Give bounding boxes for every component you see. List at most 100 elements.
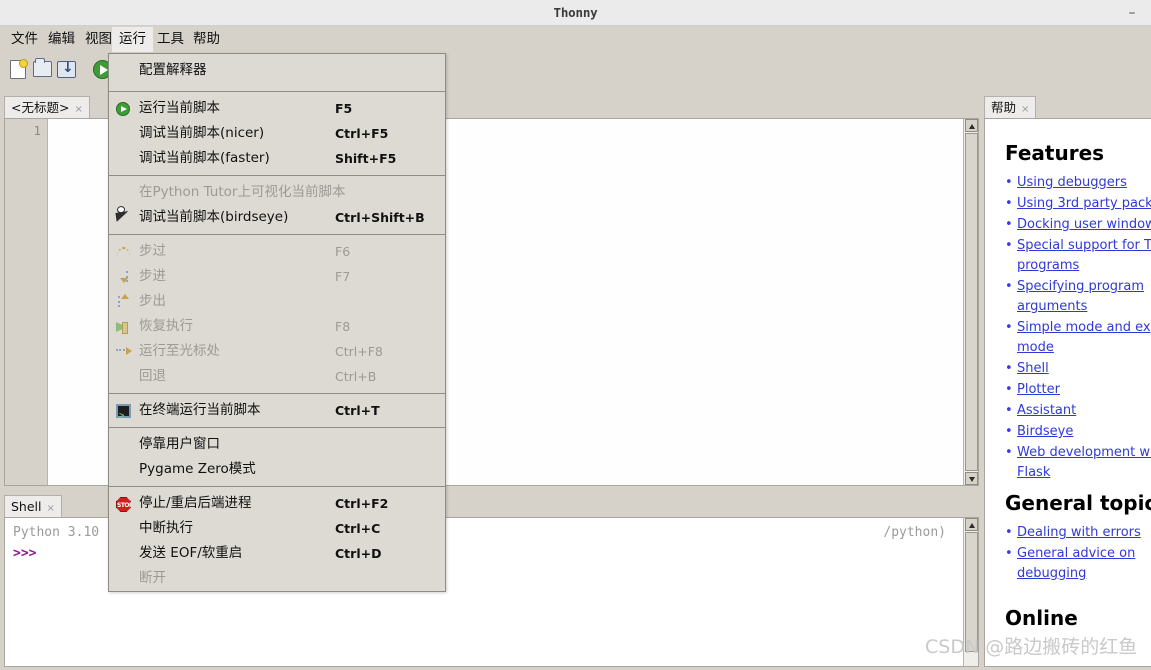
run-to-cursor-icon	[115, 343, 132, 360]
menu-interrupt-execution[interactable]: 中断执行 Ctrl+C	[109, 516, 445, 541]
run-dropdown-menu[interactable]: 配置解释器 运行当前脚本 F5 调试当前脚本(nicer) Ctrl+F5 调试当前脚本(…	[108, 53, 446, 592]
line-number: 1	[33, 123, 41, 138]
menu-stop-restart-backend[interactable]: STOP 停止/重启后端进程 Ctrl+F2	[109, 491, 445, 516]
list-item: Plotter	[999, 380, 1151, 400]
shell-tab[interactable]: Shell ×	[4, 495, 62, 517]
close-icon[interactable]: ×	[1021, 104, 1029, 115]
menu-item-label: 断开	[139, 570, 166, 586]
menu-step-back: 回退 Ctrl+B	[109, 364, 445, 389]
menu-item-accelerator: Ctrl+B	[335, 369, 377, 384]
menu-pygame-zero-mode[interactable]: Pygame Zero模式	[109, 457, 445, 482]
editor-tab-untitled[interactable]: <无标题> ×	[4, 96, 90, 118]
menu-item-label: 停止/重启后端进程	[139, 495, 252, 511]
menu-run-in-terminal[interactable]: 在终端运行当前脚本 Ctrl+T	[109, 398, 445, 429]
scroll-up-icon[interactable]	[965, 518, 978, 531]
birdseye-icon	[115, 209, 132, 226]
editor-gutter: 1	[5, 119, 48, 485]
resume-icon	[115, 318, 132, 335]
menu-separator	[109, 486, 445, 487]
menu-tools[interactable]: 工具	[150, 27, 191, 52]
help-link[interactable]: Dealing with errors	[1017, 525, 1141, 540]
step-out-icon-glyph	[118, 294, 129, 307]
editor-vertical-scrollbar[interactable]	[963, 119, 978, 485]
editor-tab-label: <无标题>	[11, 100, 70, 115]
scroll-up-icon[interactable]	[965, 119, 978, 132]
menu-configure-interpreter[interactable]: 配置解释器	[109, 54, 445, 87]
menu-item-accelerator: F8	[335, 319, 351, 334]
help-link[interactable]: Assistant	[1017, 403, 1076, 418]
help-tab[interactable]: 帮助 ×	[984, 96, 1037, 118]
menu-step-over: 步过 F6	[109, 239, 445, 264]
shell-banner-left: Python 3.10	[13, 525, 100, 540]
stop-icon-glyph: STOP	[116, 497, 131, 512]
menu-item-label: 在终端运行当前脚本	[139, 402, 261, 418]
menu-separator	[109, 234, 445, 235]
help-link[interactable]: Simple mode and expert mode	[1017, 320, 1151, 355]
menu-resume: 恢复执行 F8	[109, 314, 445, 339]
help-link[interactable]: Docking user windows	[1017, 217, 1151, 232]
help-heading-features: Features	[1005, 141, 1105, 165]
window-title: Thonny	[553, 5, 598, 20]
menu-item-accelerator: Ctrl+D	[335, 546, 382, 561]
save-icon-glyph	[57, 60, 76, 78]
menu-separator	[109, 427, 445, 428]
menu-item-accelerator: Ctrl+T	[335, 403, 380, 418]
help-link[interactable]: Web development with Flask	[1017, 445, 1151, 480]
help-pane[interactable]: Features Using debuggers Using 3rd party …	[984, 118, 1151, 667]
menu-item-label: 配置解释器	[139, 62, 207, 78]
menu-step-out: 步出	[109, 289, 445, 314]
close-icon[interactable]: ×	[47, 503, 55, 514]
close-icon[interactable]: ×	[74, 104, 82, 115]
menu-help[interactable]: 帮助	[186, 27, 227, 52]
menu-item-accelerator: Ctrl+C	[335, 521, 381, 536]
run-play-icon-glyph	[116, 102, 130, 116]
help-link[interactable]: Using debuggers	[1017, 175, 1127, 190]
menu-send-eof-soft-reboot[interactable]: 发送 EOF/软重启 Ctrl+D	[109, 541, 445, 566]
menu-item-label: 停靠用户窗口	[139, 436, 220, 452]
menu-item-label: 步过	[139, 243, 166, 259]
menu-dock-user-windows[interactable]: 停靠用户窗口	[109, 432, 445, 457]
menu-item-label: 调试当前脚本(birdseye)	[139, 209, 289, 225]
menu-run-current-script[interactable]: 运行当前脚本 F5	[109, 96, 445, 121]
list-item: Dealing with errors	[999, 523, 1151, 543]
open-folder-icon[interactable]	[32, 58, 54, 81]
menu-run[interactable]: 运行	[112, 27, 153, 52]
menu-edit[interactable]: 编辑	[41, 27, 82, 52]
help-link[interactable]: Using 3rd party packages	[1017, 196, 1151, 211]
menu-item-label: 调试当前脚本(faster)	[139, 150, 270, 166]
menu-debug-birdseye[interactable]: 调试当前脚本(birdseye) Ctrl+Shift+B	[109, 205, 445, 230]
new-file-icon[interactable]	[8, 59, 30, 81]
save-icon[interactable]	[56, 59, 78, 81]
help-link[interactable]: Shell	[1017, 361, 1049, 376]
menu-disconnect: 断开	[109, 566, 445, 591]
menu-item-label: 调试当前脚本(nicer)	[139, 125, 265, 141]
menu-debug-faster[interactable]: 调试当前脚本(faster) Shift+F5	[109, 146, 445, 171]
list-item: Simple mode and expert mode	[999, 318, 1151, 358]
list-item: Using debuggers	[999, 173, 1151, 193]
scrollbar-thumb[interactable]	[965, 133, 978, 471]
help-link[interactable]: Special support for Turtle programs	[1017, 238, 1151, 273]
menu-item-accelerator: F6	[335, 244, 351, 259]
menu-step-into: 步进 F7	[109, 264, 445, 289]
menu-file[interactable]: 文件	[4, 27, 45, 52]
help-link[interactable]: Plotter	[1017, 382, 1060, 397]
help-link[interactable]: Specifying program arguments	[1017, 279, 1144, 314]
help-link[interactable]: General advice on debugging	[1017, 546, 1135, 581]
minimize-button[interactable]: –	[1121, 0, 1143, 26]
help-link[interactable]: Birdseye	[1017, 424, 1073, 439]
menu-bar: 文件 编辑 视图 运行 工具 帮助	[0, 27, 1151, 52]
menu-item-accelerator: F7	[335, 269, 351, 284]
terminal-icon	[115, 402, 132, 429]
help-heading-online: Online	[1005, 606, 1078, 630]
menu-debug-nicer[interactable]: 调试当前脚本(nicer) Ctrl+F5	[109, 121, 445, 146]
list-item: Using 3rd party packages	[999, 194, 1151, 214]
menu-item-label: 在Python Tutor上可视化当前脚本	[139, 184, 346, 200]
menu-item-label: 回退	[139, 368, 166, 384]
shell-tab-label: Shell	[11, 499, 42, 514]
menu-item-label: 步进	[139, 268, 166, 284]
menu-item-accelerator: F5	[335, 101, 353, 116]
scroll-down-icon[interactable]	[965, 472, 978, 485]
title-bar: Thonny –	[0, 0, 1151, 26]
menu-separator	[109, 393, 445, 394]
list-item: Birdseye	[999, 422, 1151, 442]
